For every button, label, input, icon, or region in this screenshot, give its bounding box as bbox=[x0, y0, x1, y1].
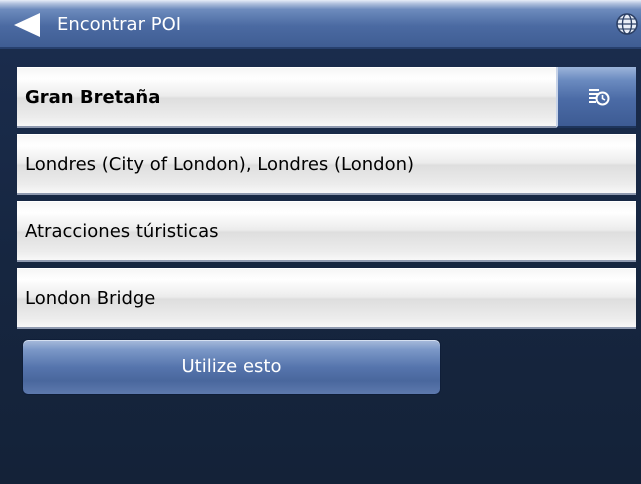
category-label: Atracciones túristicas bbox=[25, 221, 219, 242]
globe-button[interactable] bbox=[615, 12, 639, 36]
recent-history-icon bbox=[589, 89, 610, 106]
recent-history-button[interactable] bbox=[556, 67, 636, 128]
poi-label: London Bridge bbox=[25, 288, 156, 309]
poi-selector[interactable]: London Bridge bbox=[17, 268, 636, 329]
back-button[interactable] bbox=[12, 13, 42, 37]
page-title: Encontrar POI bbox=[57, 14, 182, 35]
title-bar: Encontrar POI bbox=[0, 0, 641, 49]
city-selector[interactable]: Londres (City of London), Londres (Londo… bbox=[17, 134, 636, 195]
poi-search-screen: Encontrar POI Gran Bretaña Londres (City… bbox=[0, 0, 641, 484]
country-selector[interactable]: Gran Bretaña bbox=[17, 67, 556, 128]
category-selector[interactable]: Atracciones túristicas bbox=[17, 201, 636, 262]
globe-icon bbox=[616, 13, 638, 35]
country-label: Gran Bretaña bbox=[25, 87, 161, 108]
city-label: Londres (City of London), Londres (Londo… bbox=[25, 154, 415, 175]
back-arrow-icon bbox=[14, 13, 40, 37]
use-this-button[interactable]: Utilize esto bbox=[22, 339, 441, 395]
